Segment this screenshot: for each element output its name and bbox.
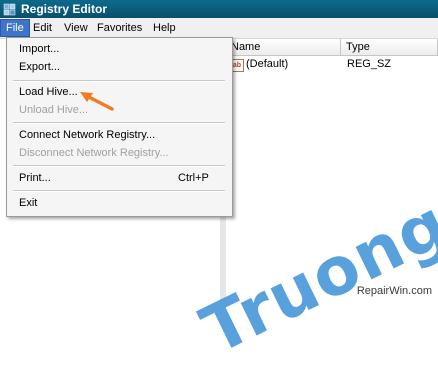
registry-editor-icon xyxy=(3,3,16,16)
title-bar: Registry Editor xyxy=(0,0,438,18)
menu-item-disconnect-network-registry: Disconnect Network Registry... xyxy=(19,147,169,159)
column-header-type[interactable]: Type xyxy=(341,39,438,56)
orange-arrow-icon xyxy=(80,92,114,111)
menu-item-exit[interactable]: Exit xyxy=(19,195,37,211)
menu-view[interactable]: View xyxy=(59,20,93,36)
value-name-cell[interactable]: (Default) xyxy=(246,58,288,70)
menu-separator xyxy=(13,165,225,167)
menu-item-import[interactable]: Import... xyxy=(19,41,59,57)
watermark-caption: RepairWin.com xyxy=(356,285,432,297)
menu-separator xyxy=(13,80,225,82)
menu-edit[interactable]: Edit xyxy=(28,20,57,36)
menu-file[interactable]: File xyxy=(0,19,30,37)
menu-separator xyxy=(13,190,225,192)
file-menu-dropdown: Import... Export... Load Hive... Unload … xyxy=(6,37,233,217)
window-title: Registry Editor xyxy=(21,2,108,16)
menu-favorites[interactable]: Favorites xyxy=(92,20,147,36)
column-header-name[interactable]: Name xyxy=(226,39,341,56)
menu-item-load-hive[interactable]: Load Hive... xyxy=(19,84,78,100)
menu-item-export[interactable]: Export... xyxy=(19,59,60,75)
menu-help[interactable]: Help xyxy=(148,20,181,36)
print-shortcut: Ctrl+P xyxy=(178,172,209,184)
value-type-cell: REG_SZ xyxy=(347,58,392,70)
menu-item-print[interactable]: Print... xyxy=(19,170,51,186)
menu-separator xyxy=(13,122,225,124)
menu-item-connect-network-registry[interactable]: Connect Network Registry... xyxy=(19,127,155,143)
menu-bar: File Edit View Favorites Help xyxy=(0,18,438,39)
